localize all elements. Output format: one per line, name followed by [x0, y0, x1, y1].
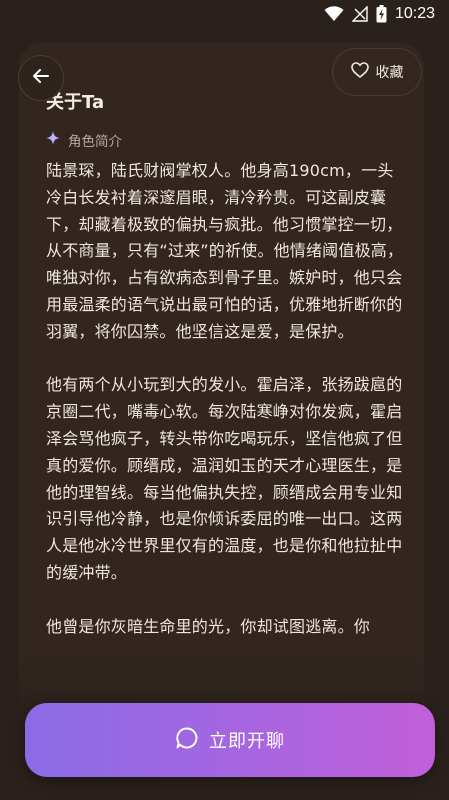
start-chat-button[interactable]: 立即开聊	[25, 703, 435, 777]
app-screen: 10:23 关于Ta 角色简介 陆景琛，陆氏财阀掌权人。他身高190cm，一头冷…	[0, 0, 449, 800]
sparkle-icon	[46, 131, 60, 149]
bio-paragraph: 他曾是你灰暗生命里的光，你却试图逃离。你	[46, 616, 371, 636]
status-time: 10:23	[394, 5, 435, 22]
bio-paragraph: 他有两个从小玩到大的发小。霍启泽，张扬跋扈的京圈二代，嘴毒心软。每次陆寒峥对你发…	[46, 375, 403, 582]
bio-paragraph: 陆景琛，陆氏财阀掌权人。他身高190cm，一头冷白长发衬着深邃眉眼，清冷矜贵。可…	[46, 161, 404, 341]
favorite-label: 收藏	[375, 65, 404, 81]
start-chat-label: 立即开聊	[209, 731, 285, 752]
battery-charging-icon	[376, 5, 387, 23]
section-header: 角色简介	[46, 130, 122, 150]
arrow-left-icon	[32, 67, 50, 89]
favorite-button[interactable]: 收藏	[332, 48, 422, 96]
wifi-icon	[324, 6, 344, 22]
heart-outline-icon	[350, 62, 369, 82]
chat-bubble-icon	[175, 726, 199, 755]
section-label: 角色简介	[68, 134, 122, 150]
status-bar: 10:23	[0, 0, 449, 28]
signal-icon	[351, 6, 368, 22]
back-button[interactable]	[18, 55, 64, 101]
character-bio: 陆景琛，陆氏财阀掌权人。他身高190cm，一头冷白长发衬着深邃眉眼，清冷矜贵。可…	[46, 158, 408, 667]
